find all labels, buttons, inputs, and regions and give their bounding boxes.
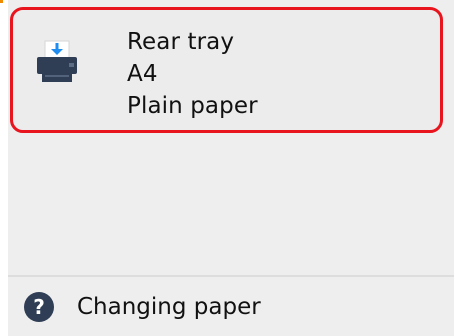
paper-source-label: Rear tray	[127, 29, 235, 55]
paper-size-label: A4	[127, 61, 158, 87]
paper-settings-screen: Rear tray A4 Plain paper ? Changing pape…	[0, 0, 454, 336]
changing-paper-label: Changing paper	[77, 294, 261, 320]
paper-type-label: Plain paper	[127, 93, 258, 119]
svg-text:?: ?	[33, 295, 45, 319]
status-dot	[0, 0, 3, 3]
printer-rear-tray-icon	[37, 40, 77, 82]
help-question-icon: ?	[24, 292, 54, 322]
paper-source-details: Rear tray A4 Plain paper	[127, 26, 427, 122]
paper-source-card[interactable]: Rear tray A4 Plain paper	[10, 7, 443, 133]
changing-paper-help-button[interactable]: ? Changing paper	[8, 277, 454, 336]
